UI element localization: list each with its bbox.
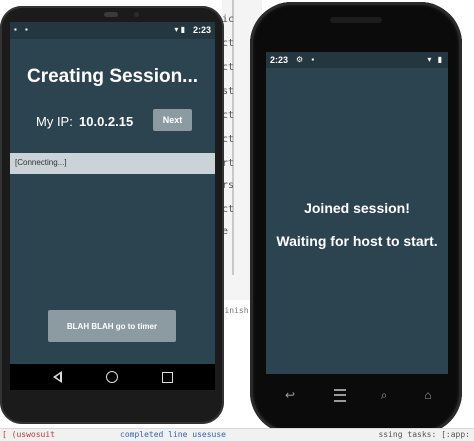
menu-nav-button[interactable]: [328, 386, 352, 404]
right-nav-bar: ↩ ⌕ ⌂: [272, 384, 442, 408]
ide-footer-left: [ (uswosuit: [2, 430, 55, 439]
menu-icon: [334, 388, 346, 402]
back-nav-button[interactable]: [48, 368, 66, 386]
left-nav-bar: [10, 364, 215, 390]
notification-icons: ⚙ ▪: [296, 55, 318, 64]
ip-value: 10.0.2.15: [79, 114, 134, 129]
search-icon: ⌕: [380, 387, 388, 402]
ide-code-fragment: ic: [222, 14, 235, 25]
recents-nav-button[interactable]: [158, 368, 176, 386]
connecting-status-bar: [Connecting...]: [10, 153, 215, 174]
status-bar: 2:23 ⚙ ▪ ▾ ▮: [266, 52, 448, 68]
back-icon: ↩: [284, 388, 296, 402]
status-bar: ▪ ▪ ▾ ▮ 2:23: [10, 22, 215, 39]
search-nav-button[interactable]: ⌕: [372, 386, 396, 404]
earpiece: [330, 17, 382, 23]
back-icon: [52, 371, 62, 383]
home-nav-button[interactable]: ⌂: [416, 386, 440, 404]
recents-icon: [161, 371, 173, 383]
waiting-message: Waiting for host to start.: [276, 233, 438, 249]
ide-footer-mid: completed line usesuse: [120, 430, 226, 439]
go-to-timer-button[interactable]: BLAH BLAH go to timer: [48, 310, 176, 342]
home-icon: ⌂: [424, 388, 432, 402]
ide-footer-right: ssing tasks: [:app:: [378, 430, 470, 439]
connecting-text: [Connecting...]: [15, 158, 67, 167]
status-time: 2:23: [192, 25, 211, 35]
page-title: Creating Session...: [26, 66, 199, 87]
earpiece: [104, 12, 118, 17]
ip-label: My IP:: [36, 114, 73, 129]
front-camera: [134, 12, 139, 17]
right-phone-screen: 2:23 ⚙ ▪ ▾ ▮ Joined session! Waiting for…: [266, 52, 448, 374]
signal-battery-icon: ▾ ▮: [427, 55, 444, 64]
ide-status-footer: [ (uswosuit completed line usesuse ssing…: [0, 428, 474, 441]
signal-battery-icon: ▾ ▮: [174, 25, 185, 34]
home-icon: [106, 371, 118, 383]
notification-icons: ▪ ▪: [14, 25, 31, 34]
joined-session-message: Joined session!: [304, 200, 410, 216]
back-nav-button[interactable]: ↩: [278, 386, 302, 404]
home-nav-button[interactable]: [103, 368, 121, 386]
next-button[interactable]: Next: [153, 109, 192, 131]
status-time: 2:23: [270, 55, 289, 65]
left-phone-screen: ▪ ▪ ▾ ▮ 2:23 Creating Session... My IP: …: [10, 22, 215, 390]
